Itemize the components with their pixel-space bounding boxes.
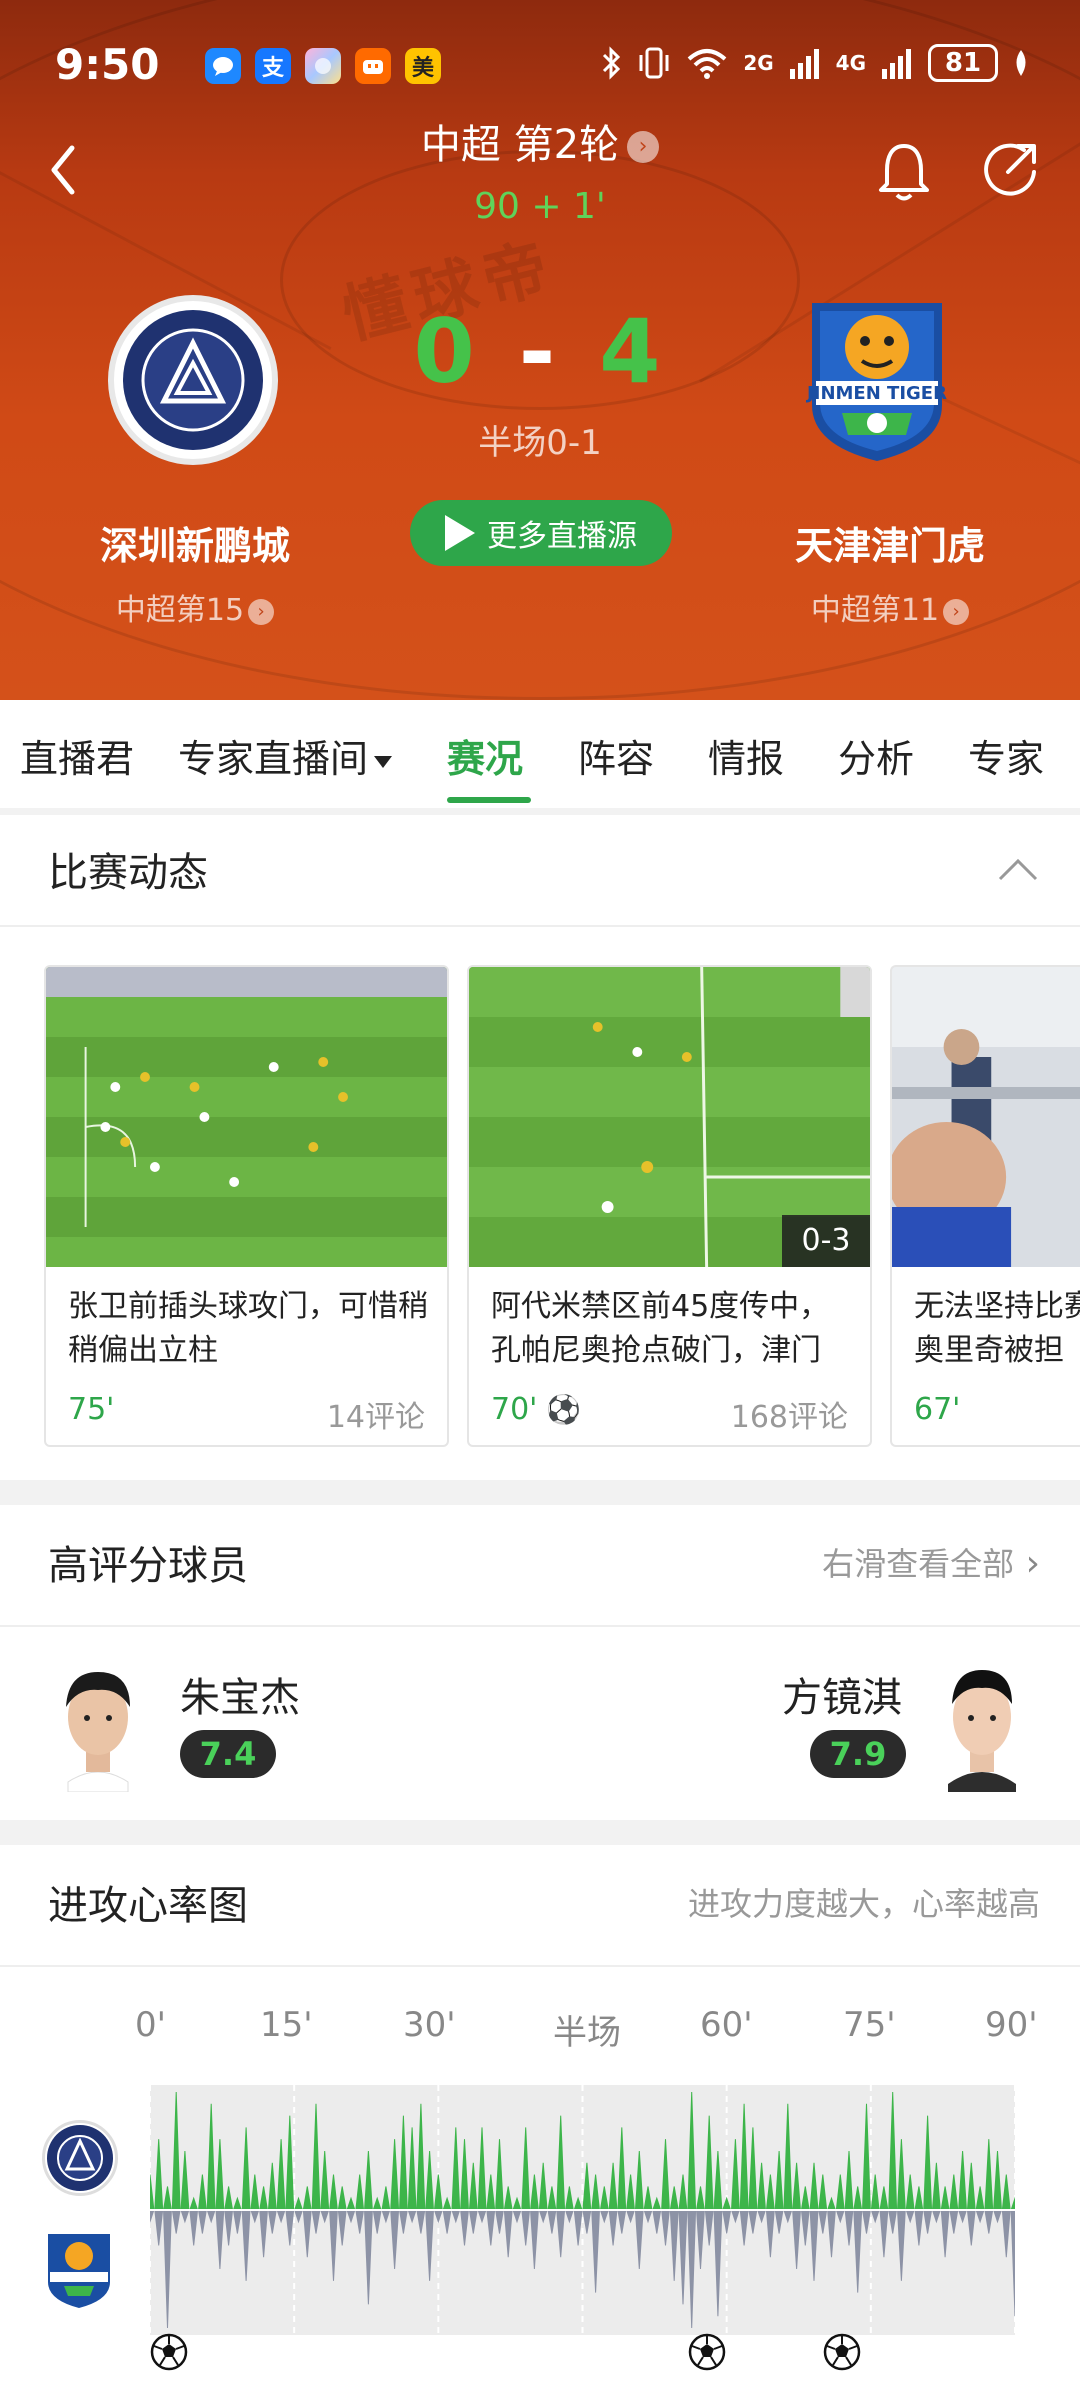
scoreboard: 0-4 [0,300,1080,403]
goal-ball-icon [687,2332,727,2372]
collapse-chevron-icon[interactable] [996,855,1040,883]
home-team-mini-logo [42,2120,118,2196]
section-subtitle: 进攻力度越大，心率越高 [687,1885,1040,1923]
match-header: 懂球帝 9:50 支 美 2G 4G 81 中超 第2轮 › 90 + 1' J… [0,0,1080,700]
view-all-link[interactable]: 右滑查看全部 › [822,1539,1040,1585]
status-time: 9:50 [55,40,160,89]
active-tab-indicator [447,797,531,803]
event-card[interactable]: 0-3 阿代米禁区前45度传中，孔帕尼奥抢点破门，津门 70' ⚽ 168评论 [467,965,872,1447]
leaf-icon [1016,50,1026,76]
event-comments: 168评论 [730,1400,848,1435]
divider [0,1965,1080,1967]
tab-bar: 直播君 专家直播间 赛况 阵容 情报 分析 专家 [0,700,1080,808]
soccer-ball-icon: ⚽ [537,1393,582,1426]
away-team-rank[interactable]: 中超第11 › [710,585,1070,629]
event-minute: 75' [68,1392,115,1427]
tab-experts[interactable]: 专家 [968,728,1044,783]
more-live-sources-button[interactable]: 更多直播源 [410,500,672,566]
event-minute-goal: 70' ⚽ [491,1392,581,1427]
score-badge: 0-3 [782,1215,870,1267]
system-status: 2G 4G 81 [601,44,1030,82]
league-round-label: 中超 第2轮 [420,122,620,168]
top-players-section: 高评分球员 右滑查看全部 › [0,1505,1080,1820]
event-minute: 67' [914,1392,961,1427]
away-rank-label: 中超第11 [810,593,940,628]
event-caption: 无法坚持比赛菲奥里奇被担 [914,1289,1080,1368]
axis-tick-label: 半场 [553,2013,621,2053]
axis-tick-label: 90' [985,2005,1038,2045]
heart-rate-chart-svg [145,2085,1020,2335]
axis-tick-label: 0' [135,2005,166,2045]
section-title: 高评分球员 [48,1543,248,1589]
network-2g-label: 2G [743,51,774,75]
goal-ball-icon [822,2332,862,2372]
axis-tick-label: 15' [260,2005,313,2045]
vibrate-icon [639,47,669,79]
section-title: 进攻心率图 [48,1883,248,1929]
axis-tick-label: 75' [843,2005,896,2045]
tab-lineup[interactable]: 阵容 [578,728,654,783]
goal-ball-icon [149,2332,189,2372]
chevron-right-icon: › [248,598,275,625]
battery-icon: 81 [928,44,998,82]
divider [0,1625,1080,1627]
halftime-score: 半场0-1 [478,423,602,463]
home-player-rating: 7.4 [180,1730,276,1778]
away-score: 4 [599,300,667,403]
event-card[interactable]: 张卫前插头球攻门，可惜稍稍偏出立柱 75' 14评论 [44,965,449,1447]
home-team-name[interactable]: 深圳新鹏城 [15,515,375,570]
tab-match-status[interactable]: 赛况 [447,728,523,783]
away-player-avatar[interactable] [932,1652,1032,1792]
tab-expert-live-label: 专家直播间 [178,737,369,781]
notification-icons: 支 美 [205,48,441,84]
share-icon[interactable] [980,140,1040,200]
home-player-avatar[interactable] [48,1652,148,1792]
score-separator: - [518,300,562,403]
home-score: 0 [413,300,481,403]
tab-intel[interactable]: 情报 [708,728,784,783]
away-player-name[interactable]: 方镜淇 [782,1665,902,1723]
chevron-right-icon: › [1014,1543,1040,1584]
signal-icon [789,49,819,79]
home-team-rank[interactable]: 中超第15 › [15,585,375,629]
network-4g-label: 4G [835,51,866,75]
axis-tick-label: 30' [403,2005,456,2045]
view-all-label: 右滑查看全部 [822,1545,1015,1583]
tab-analysis[interactable]: 分析 [838,728,914,783]
away-player-rating: 7.9 [810,1730,906,1778]
event-caption: 张卫前插头球攻门，可惜稍稍偏出立柱 [68,1289,428,1368]
caret-down-icon [374,755,393,768]
divider [0,925,1080,927]
signal-icon-2 [882,49,911,79]
play-icon [445,515,475,551]
bluetooth-icon [603,46,621,80]
bell-icon[interactable] [875,140,933,204]
event-minute: 70' [491,1392,538,1427]
tab-live-host[interactable]: 直播君 [20,728,134,783]
away-team-name[interactable]: 天津津门虎 [710,515,1070,570]
home-rank-label: 中超第15 [115,593,245,628]
message-app-icon [205,48,241,84]
alipay-app-icon: 支 [255,48,291,84]
event-card[interactable]: 无法坚持比赛菲奥里奇被担 67' [890,965,1080,1447]
section-title: 比赛动态 [48,850,208,896]
tab-expert-live[interactable]: 专家直播间 [178,728,393,783]
heart-rate-chart [145,2085,1020,2335]
photos-app-icon [305,48,341,84]
more-live-sources-label: 更多直播源 [487,519,637,554]
chevron-right-icon: › [627,131,660,163]
axis-tick-label: 60' [700,2005,753,2045]
event-caption: 阿代米禁区前45度传中，孔帕尼奥抢点破门，津门 [491,1289,830,1368]
away-team-mini-logo [44,2230,120,2308]
event-thumbnail [892,967,1080,1267]
taobao-app-icon [355,48,391,84]
meituan-app-icon: 美 [405,48,441,84]
event-thumbnail [46,967,447,1267]
home-player-name[interactable]: 朱宝杰 [180,1665,300,1723]
wifi-icon [687,49,727,79]
event-comments: 14评论 [326,1400,425,1435]
status-bar: 9:50 支 美 2G 4G 81 [55,40,1030,92]
chevron-right-icon: › [943,598,970,625]
